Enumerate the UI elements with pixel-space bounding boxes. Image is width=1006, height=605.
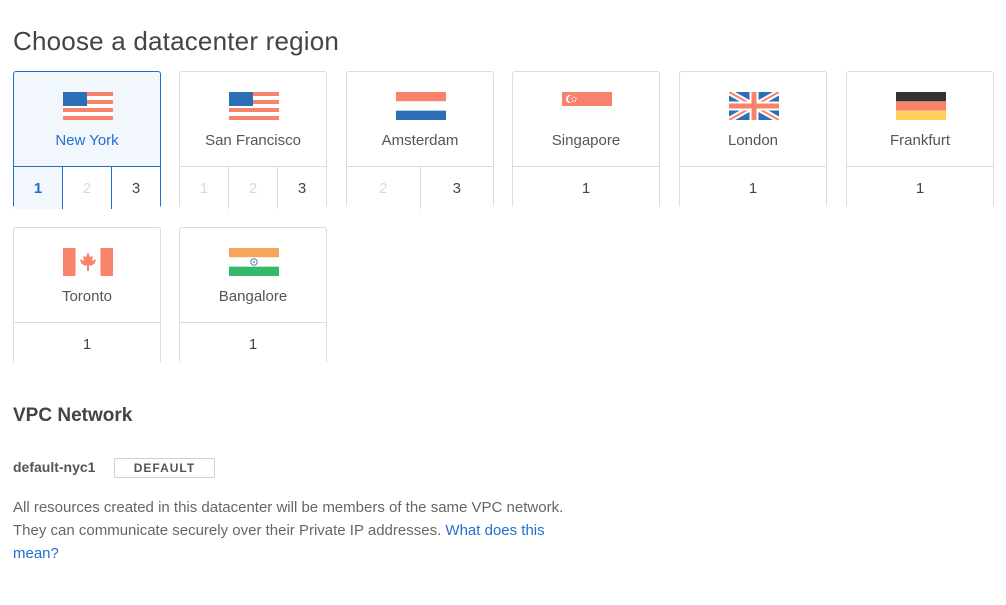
default-badge: DEFAULT — [114, 458, 215, 478]
datacenter-option-3[interactable]: 3 — [112, 167, 160, 209]
region-name: Bangalore — [218, 288, 288, 305]
region-name: San Francisco — [205, 132, 301, 149]
datacenter-option-3[interactable]: 3 — [420, 167, 493, 209]
vpc-description: All resources created in this datacenter… — [13, 496, 573, 565]
region-card-san-francisco[interactable]: San Francisco 1 2 3 — [179, 71, 327, 209]
in-flag-icon — [229, 248, 279, 276]
region-name: Toronto — [61, 288, 113, 305]
region-card-frankfurt[interactable]: Frankfurt 1 — [846, 71, 994, 209]
datacenter-option-3[interactable]: 3 — [278, 167, 326, 209]
datacenter-option-2: 2 — [229, 167, 278, 209]
region-name: Amsterdam — [381, 132, 459, 149]
region-card-singapore[interactable]: Singapore 1 — [512, 71, 660, 209]
region-card-amsterdam[interactable]: Amsterdam 2 3 — [346, 71, 494, 209]
region-name: Frankfurt — [889, 132, 950, 149]
uk-flag-icon — [729, 92, 779, 120]
datacenter-option-1: 1 — [180, 167, 229, 209]
vpc-name: default-nyc1 — [13, 459, 96, 475]
vpc-network-heading: VPC Network — [13, 405, 133, 426]
ca-flag-icon — [63, 248, 113, 276]
region-name: New York — [55, 132, 119, 149]
datacenter-option-2: 2 — [63, 167, 112, 209]
datacenter-option-1[interactable]: 1 — [680, 167, 826, 209]
sg-flag-icon — [562, 92, 612, 120]
datacenter-option-1[interactable]: 1 — [14, 323, 160, 365]
de-flag-icon — [896, 92, 946, 120]
datacenter-option-1[interactable]: 1 — [513, 167, 659, 209]
region-card-london[interactable]: London 1 — [679, 71, 827, 209]
us-flag-icon — [63, 92, 113, 120]
region-name: Singapore — [551, 132, 621, 149]
datacenter-option-1[interactable]: 1 — [847, 167, 993, 209]
datacenter-option-1[interactable]: 1 — [14, 167, 63, 209]
datacenter-option-1[interactable]: 1 — [180, 323, 326, 365]
page-title: Choose a datacenter region — [13, 26, 340, 56]
nl-flag-icon — [396, 92, 446, 120]
region-name: London — [727, 132, 779, 149]
datacenter-option-2: 2 — [347, 167, 421, 209]
region-card-new-york[interactable]: New York 1 2 3 — [13, 71, 161, 209]
region-card-toronto[interactable]: Toronto 1 — [13, 227, 161, 365]
region-card-bangalore[interactable]: Bangalore 1 — [179, 227, 327, 365]
us-flag-icon — [229, 92, 279, 120]
